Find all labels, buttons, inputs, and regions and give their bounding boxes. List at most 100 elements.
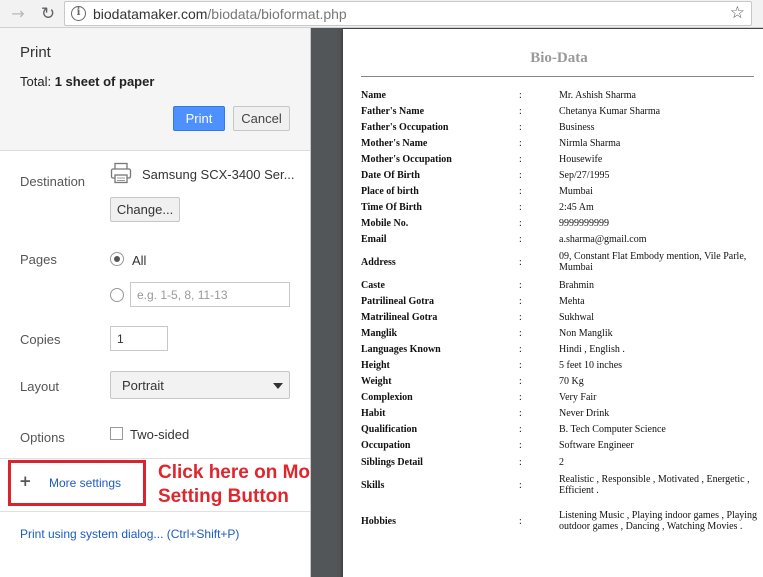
biodata-field-value: a.sharma@gmail.com bbox=[559, 233, 647, 245]
biodata-field-label: Manglik bbox=[361, 327, 398, 339]
biodata-row: Father's Name: Chetanya Kumar Sharma bbox=[361, 103, 761, 119]
biodata-row: Qualification: B. Tech Computer Science bbox=[361, 421, 761, 437]
total-label: Total: bbox=[20, 74, 52, 89]
bookmark-star-icon[interactable]: ☆ bbox=[730, 3, 745, 23]
biodata-row: Siblings Detail: 2 bbox=[361, 453, 761, 471]
preview-page: Bio-Data Name: Mr. Ashish Sharma Father's … bbox=[343, 29, 763, 577]
biodata-field-label: Date Of Birth bbox=[361, 169, 420, 181]
biodata-row: Address: 09, Constant Flat Embody mention… bbox=[361, 247, 761, 277]
print-button[interactable]: Print bbox=[173, 106, 225, 131]
two-sided-checkbox[interactable] bbox=[110, 427, 123, 440]
biodata-field-value: Very Fair bbox=[559, 391, 597, 403]
browser-toolbar: → ↻ i biodatamaker.com/biodata/bioformat… bbox=[0, 0, 763, 28]
info-icon[interactable]: i bbox=[71, 6, 86, 21]
biodata-separator: : bbox=[519, 391, 522, 403]
annotation-line-1: Click here on More bbox=[158, 462, 328, 483]
biodata-field-value: Realistic , Responsible , Motivated , En… bbox=[559, 474, 750, 496]
pages-custom-input[interactable] bbox=[130, 282, 290, 307]
pages-all-radio[interactable] bbox=[110, 252, 124, 266]
biodata-separator: : bbox=[519, 295, 522, 307]
more-settings-button[interactable]: More settings bbox=[49, 476, 121, 490]
biodata-field-label: Email bbox=[361, 233, 387, 245]
biodata-row: Email: a.sharma@gmail.com bbox=[361, 231, 761, 247]
options-label: Options bbox=[20, 430, 65, 445]
biodata-field-label: Matrilineal Gotra bbox=[361, 311, 438, 323]
biodata-field-label: Father's Name bbox=[361, 105, 425, 117]
biodata-separator: : bbox=[519, 185, 522, 197]
biodata-field-value: Mehta bbox=[559, 295, 585, 307]
biodata-field-value: Mumbai bbox=[559, 185, 593, 197]
biodata-separator: : bbox=[519, 153, 522, 165]
print-preview-area[interactable]: Bio-Data Name: Mr. Ashish Sharma Father's … bbox=[311, 28, 763, 577]
title-rule bbox=[361, 76, 754, 77]
pages-label: Pages bbox=[20, 252, 57, 267]
total-value: 1 sheet of paper bbox=[54, 74, 155, 89]
biodata-row: Weight: 70 Kg bbox=[361, 373, 761, 389]
layout-value: Portrait bbox=[122, 378, 164, 393]
biodata-field-label: Patrilineal Gotra bbox=[361, 295, 435, 307]
biodata-separator: : bbox=[519, 105, 522, 117]
biodata-separator: : bbox=[519, 359, 522, 371]
biodata-field-label: Hobbies bbox=[361, 515, 397, 527]
biodata-row: Complexion: Very Fair bbox=[361, 389, 761, 405]
biodata-field-label: Mother's Occupation bbox=[361, 153, 452, 165]
address-bar[interactable]: i biodatamaker.com/biodata/bioformat.php… bbox=[64, 1, 752, 26]
biodata-field-label: Occupation bbox=[361, 439, 411, 451]
layout-select[interactable]: Portrait bbox=[110, 371, 290, 399]
biodata-field-label: Name bbox=[361, 89, 386, 101]
biodata-row: Skills: Realistic , Responsible , Motivat… bbox=[361, 471, 761, 499]
system-dialog-link[interactable]: Print using system dialog... (Ctrl+Shift… bbox=[20, 527, 239, 541]
copies-input[interactable] bbox=[110, 326, 168, 351]
biodata-field-value: 2:45 Am bbox=[559, 201, 594, 213]
biodata-row: Name: Mr. Ashish Sharma bbox=[361, 87, 761, 103]
plus-icon[interactable]: + bbox=[19, 473, 32, 489]
cancel-button[interactable]: Cancel bbox=[233, 106, 290, 131]
printer-name: Samsung SCX-3400 Ser... bbox=[142, 167, 295, 182]
biodata-row: Languages Known: Hindi , English . bbox=[361, 341, 761, 357]
biodata-row: Place of birth: Mumbai bbox=[361, 183, 761, 199]
pages-all-label[interactable]: All bbox=[132, 253, 146, 268]
document-title: Bio-Data bbox=[530, 50, 588, 66]
biodata-separator: : bbox=[519, 515, 522, 527]
biodata-field-value: Mr. Ashish Sharma bbox=[559, 89, 636, 101]
biodata-row: Date Of Birth: Sep/27/1995 bbox=[361, 167, 761, 183]
biodata-separator: : bbox=[519, 89, 522, 101]
biodata-separator: : bbox=[519, 169, 522, 181]
biodata-field-value: Nirmla Sharma bbox=[559, 137, 621, 149]
biodata-field-label: Time Of Birth bbox=[361, 201, 422, 213]
biodata-row: Patrilineal Gotra: Mehta bbox=[361, 293, 761, 309]
print-title: Print bbox=[20, 44, 51, 61]
biodata-field-value: 70 Kg bbox=[559, 375, 584, 387]
two-sided-label[interactable]: Two-sided bbox=[130, 427, 189, 442]
pages-custom-radio[interactable] bbox=[110, 288, 124, 302]
biodata-separator: : bbox=[519, 201, 522, 213]
biodata-field-value: 5 feet 10 inches bbox=[559, 359, 623, 371]
divider bbox=[0, 511, 310, 512]
reload-icon[interactable]: ↻ bbox=[38, 4, 58, 24]
biodata-field-label: Place of birth bbox=[361, 185, 419, 197]
biodata-field-value: Sukhwal bbox=[559, 311, 594, 323]
print-header: Print Total: 1 sheet of paper Print Canc… bbox=[0, 28, 310, 151]
biodata-separator: : bbox=[519, 121, 522, 133]
biodata-separator: : bbox=[519, 456, 522, 468]
biodata-row: Occupation: Software Engineer bbox=[361, 437, 761, 453]
biodata-row: Hobbies: Listening Music , Playing indoor… bbox=[361, 499, 761, 543]
biodata-row: Caste: Brahmin bbox=[361, 277, 761, 293]
biodata-field-label: Caste bbox=[361, 279, 385, 291]
back-arrow-icon[interactable]: → bbox=[8, 4, 28, 24]
biodata-separator: : bbox=[519, 327, 522, 339]
biodata-field-label: Height bbox=[361, 359, 390, 371]
biodata-row: Manglik: Non Manglik bbox=[361, 325, 761, 341]
biodata-separator: : bbox=[519, 479, 522, 491]
url-text[interactable]: biodatamaker.com/biodata/bioformat.php bbox=[93, 6, 347, 22]
biodata-field-label: Qualification bbox=[361, 423, 418, 435]
biodata-separator: : bbox=[519, 217, 522, 229]
biodata-separator: : bbox=[519, 343, 522, 355]
biodata-separator: : bbox=[519, 311, 522, 323]
biodata-field-value: Listening Music , Playing indoor games ,… bbox=[559, 510, 758, 532]
biodata-field-value: Hindi , English . bbox=[559, 343, 625, 355]
change-destination-button[interactable]: Change... bbox=[110, 197, 180, 222]
biodata-table: Name: Mr. Ashish Sharma Father's Name: Chet… bbox=[361, 87, 761, 543]
biodata-separator: : bbox=[519, 279, 522, 291]
biodata-field-value: Brahmin bbox=[559, 279, 594, 291]
